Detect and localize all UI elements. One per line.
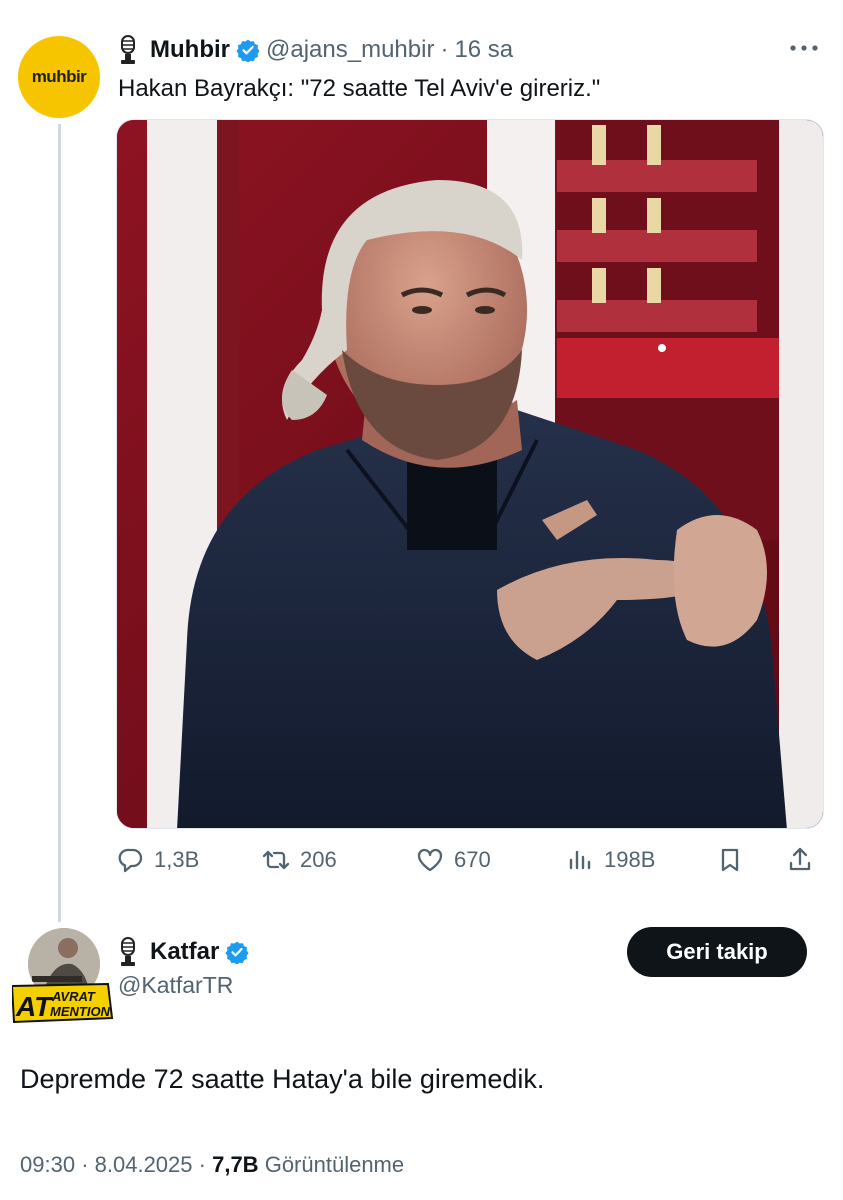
quoted-tweet-time[interactable]: 16 sa [454, 36, 513, 64]
views-button[interactable]: 198B [566, 838, 655, 882]
tweet-date[interactable]: 8.04.2025 [95, 1152, 193, 1177]
retweet-icon [262, 850, 290, 870]
retweet-button[interactable]: 206 [262, 838, 337, 882]
reply-button[interactable]: 1,3B [116, 838, 199, 882]
retweet-count: 206 [300, 847, 337, 872]
avatar-badge-at: AT [15, 991, 54, 1022]
bookmark-icon [721, 848, 739, 872]
like-count: 670 [454, 847, 491, 872]
follow-back-button[interactable]: Geri takip [627, 927, 807, 977]
reply-tweet-header: Katfar [118, 934, 255, 970]
tweet-photo-illustration [117, 120, 823, 828]
verified-badge-icon [225, 941, 249, 964]
like-button[interactable]: 670 [416, 838, 491, 882]
quoted-tweet-text: Hakan Bayrakçı: "72 saatte Tel Aviv'e gi… [118, 75, 601, 102]
reply-icon [118, 848, 143, 873]
share-button[interactable] [786, 838, 824, 882]
thread-connector-line [58, 124, 61, 922]
analytics-icon [569, 850, 591, 870]
muhbir-avatar[interactable]: muhbir [18, 36, 100, 118]
katfar-avatar[interactable]: AT AVRAT MENTION [10, 926, 116, 1026]
views-count: 198B [604, 847, 656, 872]
katfar-avatar-image: AT AVRAT MENTION [10, 928, 114, 1024]
bookmark-button[interactable] [716, 838, 754, 882]
tweet-views-label: Görüntülenme [264, 1152, 405, 1177]
quoted-author-name[interactable]: Muhbir [150, 36, 230, 64]
quoted-tweet-header: Muhbir @ajans_muhbir · 16 sa [118, 32, 513, 68]
tweet-photo[interactable] [116, 119, 824, 829]
verified-badge-icon [236, 39, 260, 62]
tweet-meta: 09:30 · 8.04.2025 · 7,7B Görüntülenme [20, 1152, 404, 1178]
reply-tweet-text: Depremde 72 saatte Hatay'a bile giremedi… [20, 1064, 545, 1094]
reply-count: 1,3B [154, 847, 200, 872]
avatar-badge-mention: MENTION [50, 1004, 111, 1019]
meta-separator: · [81, 1152, 95, 1177]
tweet-time[interactable]: 09:30 [20, 1152, 75, 1177]
avatar-badge-avrat: AVRAT [51, 989, 96, 1004]
quoted-tweet-actions: 1,3B 206 670 198B [116, 838, 826, 882]
meta-separator: · [198, 1152, 213, 1177]
tweet-views-count: 7,7B [212, 1152, 259, 1177]
microphone-icon [121, 35, 135, 64]
heart-icon [417, 848, 443, 872]
muhbir-avatar-logo-text: muhbir [31, 67, 87, 86]
more-options-icon[interactable] [787, 36, 821, 60]
share-icon [789, 847, 811, 871]
header-separator: · [440, 36, 449, 63]
reply-author-handle[interactable]: @KatfarTR [118, 972, 233, 999]
quoted-author-handle[interactable]: @ajans_muhbir [266, 36, 434, 64]
reply-author-name[interactable]: Katfar [150, 938, 219, 966]
microphone-icon [121, 937, 135, 966]
